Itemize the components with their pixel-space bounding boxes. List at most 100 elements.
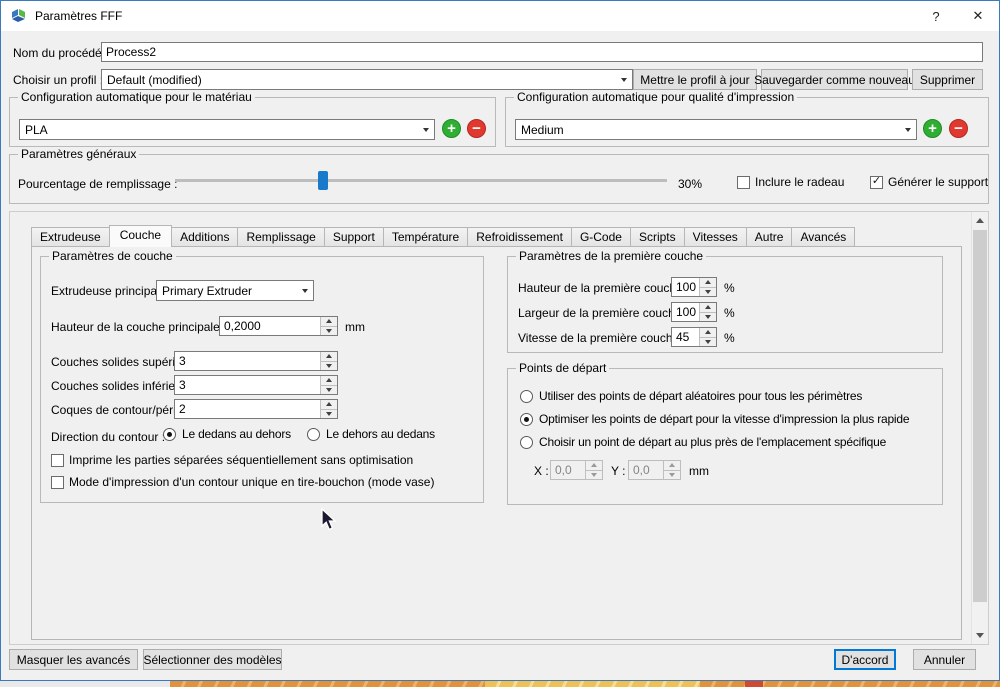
tab-additions[interactable]: Additions <box>171 227 239 247</box>
start-point-x-spinbox[interactable]: 0,0 <box>550 460 603 480</box>
spin-up-icon[interactable] <box>321 317 337 327</box>
raft-checkbox-label: Inclure le radeau <box>755 175 845 189</box>
sequential-printing-checkbox[interactable]: ✓ Imprime les parties séparées séquentie… <box>51 453 413 467</box>
spinbox-buttons <box>663 461 680 479</box>
start-point-optimize-radio[interactable]: Optimiser les points de départ pour la v… <box>520 412 910 426</box>
plus-icon: + <box>447 120 456 137</box>
profile-combobox-value: Default (modified) <box>107 72 202 87</box>
tab-autre[interactable]: Autre <box>745 227 793 247</box>
spin-down-icon[interactable] <box>321 409 337 418</box>
background-segment <box>0 681 170 687</box>
spin-up-icon[interactable] <box>586 461 602 471</box>
top-solid-spinbox[interactable]: 3 <box>174 351 338 371</box>
screen: Paramètres FFF ? ✕ Nom du procédé : Choi… <box>0 0 1000 687</box>
spin-up-icon[interactable] <box>321 352 337 362</box>
spin-down-icon[interactable] <box>321 361 337 370</box>
chevron-down-icon <box>297 281 313 300</box>
raft-checkbox[interactable]: ✓ Inclure le radeau <box>737 175 844 189</box>
first-layer-speed-label: Vitesse de la première couche <box>518 331 680 345</box>
material-combobox[interactable]: PLA <box>19 119 435 140</box>
first-layer-width-spinbox[interactable]: 100 <box>671 302 717 322</box>
titlebar[interactable]: Paramètres FFF ? ✕ <box>1 1 999 31</box>
tab-remplissage[interactable]: Remplissage <box>237 227 325 247</box>
select-models-button[interactable]: Sélectionner des modèles <box>143 649 282 670</box>
primary-extruder-label: Extrudeuse principale <box>51 284 167 298</box>
help-button[interactable]: ? <box>915 1 957 31</box>
plus-icon: + <box>928 120 937 137</box>
start-point-y-spinbox[interactable]: 0,0 <box>628 460 681 480</box>
spinbox-buttons <box>585 461 602 479</box>
spin-down-icon[interactable] <box>700 337 716 346</box>
spin-down-icon[interactable] <box>664 470 680 479</box>
tab-couche[interactable]: Couche <box>108 225 173 247</box>
spin-down-icon[interactable] <box>586 470 602 479</box>
save-as-new-button[interactable]: Sauvegarder comme nouveau <box>754 69 915 90</box>
spin-down-icon[interactable] <box>700 312 716 321</box>
spin-down-icon[interactable] <box>700 287 716 296</box>
delete-profile-button[interactable]: Supprimer <box>912 69 983 90</box>
process-name-input[interactable] <box>101 42 983 62</box>
first-layer-height-unit: % <box>724 281 735 295</box>
tab-gcode[interactable]: G-Code <box>570 227 631 247</box>
tab-avances[interactable]: Avancés <box>791 227 856 247</box>
direction-inside-out-radio[interactable]: Le dedans au dehors <box>163 427 291 441</box>
primary-extruder-combobox[interactable]: Primary Extruder <box>156 280 314 301</box>
layer-height-spinbox[interactable]: 0,2000 <box>219 316 338 336</box>
first-layer-speed-spinbox[interactable]: 45 <box>671 327 717 347</box>
spin-up-icon[interactable] <box>700 303 716 313</box>
bottom-solid-spinbox[interactable]: 3 <box>174 375 338 395</box>
first-layer-group: Paramètres de la première couche Hauteur… <box>507 250 943 353</box>
infill-slider[interactable] <box>175 171 667 191</box>
quality-combobox[interactable]: Medium <box>515 119 917 140</box>
direction-outside-in-radio[interactable]: Le dehors au dedans <box>307 427 435 441</box>
remove-quality-button[interactable]: − <box>949 119 968 138</box>
remove-material-button[interactable]: − <box>467 119 486 138</box>
spin-up-icon[interactable] <box>700 328 716 338</box>
spin-up-icon[interactable] <box>700 278 716 288</box>
spin-up-icon[interactable] <box>664 461 680 471</box>
tab-vitesses[interactable]: Vitesses <box>683 227 747 247</box>
support-checkbox[interactable]: ✓ Générer le support <box>870 175 988 189</box>
scrollbar-thumb[interactable] <box>973 230 987 602</box>
spinbox-buttons <box>699 278 716 296</box>
ok-button[interactable]: D'accord <box>834 649 896 670</box>
fff-settings-dialog: Paramètres FFF ? ✕ Nom du procédé : Choi… <box>0 0 1000 681</box>
spin-up-icon[interactable] <box>321 376 337 386</box>
chevron-down-icon <box>616 70 632 89</box>
spin-up-icon[interactable] <box>321 400 337 410</box>
tab-refroidissement[interactable]: Refroidissement <box>467 227 572 247</box>
start-point-random-radio[interactable]: Utiliser des points de départ aléatoires… <box>520 389 862 403</box>
add-quality-button[interactable]: + <box>923 119 942 138</box>
desktop-background-strip <box>0 681 1000 687</box>
quality-combobox-value: Medium <box>521 122 564 137</box>
chevron-down-icon <box>900 120 916 139</box>
vertical-scrollbar[interactable] <box>971 212 988 644</box>
tab-support[interactable]: Support <box>323 227 384 247</box>
vase-mode-checkbox[interactable]: ✓ Mode d'impression d'un contour unique … <box>51 475 434 489</box>
update-profile-button[interactable]: Mettre le profil à jour <box>633 69 757 90</box>
mouse-cursor <box>321 508 337 531</box>
close-icon[interactable]: ✕ <box>957 1 999 31</box>
spinbox-value: 0,0 <box>555 463 572 477</box>
perimeter-spinbox[interactable]: 2 <box>174 399 338 419</box>
background-segment <box>745 681 763 687</box>
spin-down-icon[interactable] <box>321 385 337 394</box>
spinbox-value: 0,0 <box>633 463 650 477</box>
start-point-location-radio[interactable]: Choisir un point de départ au plus près … <box>520 435 886 449</box>
infill-percent-value: 30% <box>678 177 703 191</box>
start-point-location-label: Choisir un point de départ au plus près … <box>539 435 887 449</box>
first-layer-height-label: Hauteur de la première couche <box>518 281 683 295</box>
scroll-down-icon[interactable] <box>972 627 988 644</box>
spin-down-icon[interactable] <box>321 326 337 335</box>
infill-slider-handle[interactable] <box>317 171 328 190</box>
app-icon <box>12 9 25 22</box>
add-material-button[interactable]: + <box>442 119 461 138</box>
tab-temperature[interactable]: Température <box>382 227 469 247</box>
first-layer-height-spinbox[interactable]: 100 <box>671 277 717 297</box>
profile-combobox[interactable]: Default (modified) <box>101 69 633 90</box>
hide-advanced-button[interactable]: Masquer les avancés <box>9 649 138 670</box>
tab-extrudeuse[interactable]: Extrudeuse <box>31 227 110 247</box>
cancel-button[interactable]: Annuler <box>913 649 976 670</box>
tab-scripts[interactable]: Scripts <box>629 227 685 247</box>
scroll-up-icon[interactable] <box>972 212 988 229</box>
